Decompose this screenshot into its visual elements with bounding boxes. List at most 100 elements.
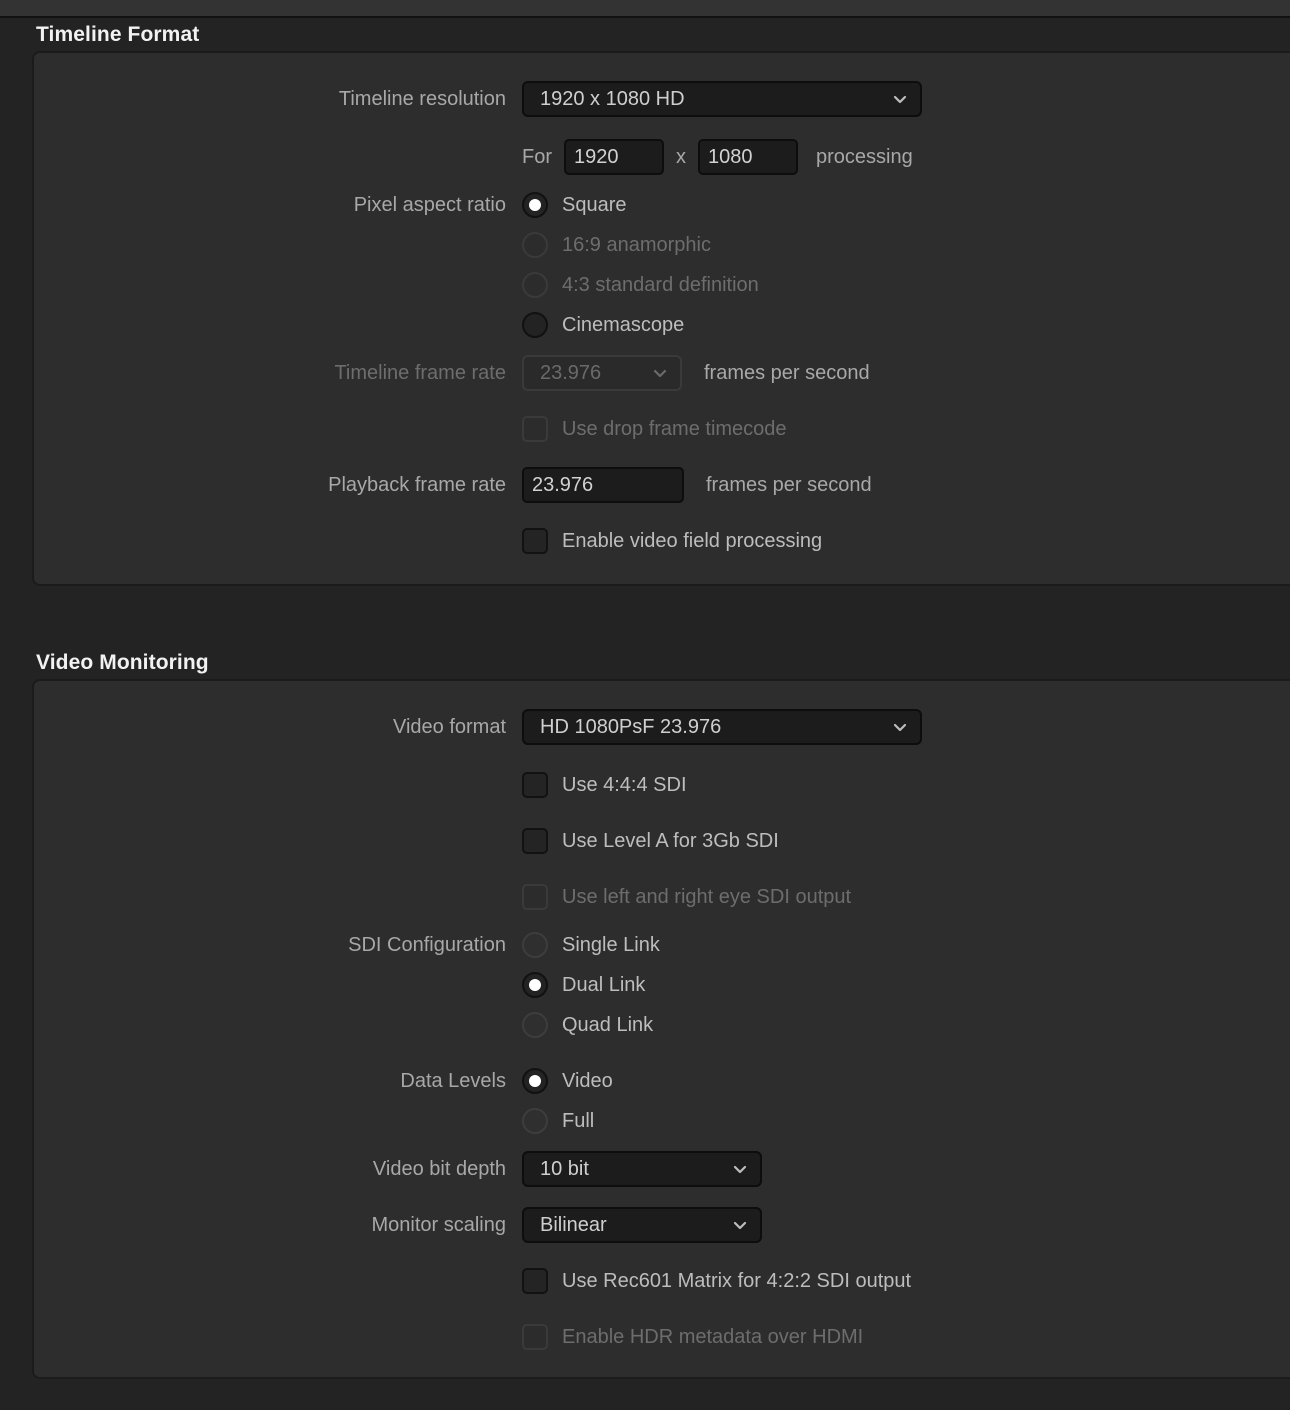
sdi-config-label-single-link: Single Link bbox=[562, 933, 660, 956]
sdi-config-option-quad-link[interactable]: Quad Link bbox=[522, 1012, 653, 1038]
timeline-frame-rate-value: 23.976 bbox=[540, 361, 602, 384]
drop-frame-timecode-label: Use drop frame timecode bbox=[562, 417, 787, 440]
video-field-processing-label: Enable video field processing bbox=[562, 529, 823, 552]
timeline-resolution-label: Timeline resolution bbox=[338, 87, 506, 110]
sdi-config-row-dual: Dual Link bbox=[34, 965, 1290, 1005]
sdi-configuration-label: SDI Configuration bbox=[348, 933, 506, 956]
res-multiply-label: x bbox=[676, 145, 686, 168]
playback-frame-rate-label: Playback frame rate bbox=[328, 473, 506, 496]
use-level-a-row: Use Level A for 3Gb SDI bbox=[34, 813, 1290, 869]
video-format-label: Video format bbox=[392, 715, 506, 738]
chevron-down-icon bbox=[733, 1221, 747, 1230]
use-level-a-option[interactable]: Use Level A for 3Gb SDI bbox=[522, 828, 779, 854]
use-444-sdi-row: Use 4:4:4 SDI bbox=[34, 757, 1290, 813]
data-levels-option-full[interactable]: Full bbox=[522, 1108, 594, 1134]
sdi-config-option-dual-link[interactable]: Dual Link bbox=[522, 972, 645, 998]
timeline-resolution-row: Timeline resolution 1920 x 1080 HD bbox=[34, 69, 1290, 129]
use-lr-eye-option: Use left and right eye SDI output bbox=[522, 884, 851, 910]
window-top-strip bbox=[0, 0, 1290, 18]
pixel-aspect-option-cinemascope[interactable]: Cinemascope bbox=[522, 312, 684, 338]
video-monitoring-panel: Video format HD 1080PsF 23.976 Use 4:4:4… bbox=[32, 679, 1290, 1379]
video-field-processing-option[interactable]: Enable video field processing bbox=[522, 528, 822, 554]
checkbox-use-level-a-icon[interactable] bbox=[522, 828, 548, 854]
video-bit-depth-label: Video bit depth bbox=[372, 1157, 506, 1180]
pixel-aspect-row-anamorphic: 16:9 anamorphic bbox=[34, 225, 1290, 265]
pixel-aspect-option-square[interactable]: Square bbox=[522, 192, 627, 218]
monitor-scaling-dropdown[interactable]: Bilinear bbox=[522, 1207, 762, 1243]
playback-frame-rate-input[interactable] bbox=[522, 467, 684, 503]
pixel-aspect-label-square: Square bbox=[562, 193, 627, 216]
timeline-format-panel: Timeline resolution 1920 x 1080 HD For 1… bbox=[32, 51, 1290, 586]
sdi-config-row-quad: Quad Link bbox=[34, 1005, 1290, 1045]
use-lr-eye-row: Use left and right eye SDI output bbox=[34, 869, 1290, 925]
data-levels-row-video: Data Levels Video bbox=[34, 1061, 1290, 1101]
radio-cinemascope-icon[interactable] bbox=[522, 312, 548, 338]
monitor-scaling-label: Monitor scaling bbox=[371, 1213, 506, 1236]
monitor-scaling-row: Monitor scaling Bilinear bbox=[34, 1197, 1290, 1253]
pixel-aspect-label-cinemascope: Cinemascope bbox=[562, 313, 685, 336]
radio-square-icon[interactable] bbox=[522, 192, 548, 218]
data-levels-option-video[interactable]: Video bbox=[522, 1068, 613, 1094]
hdr-metadata-option: Enable HDR metadata over HDMI bbox=[522, 1324, 863, 1350]
use-444-sdi-label: Use 4:4:4 SDI bbox=[562, 773, 687, 796]
video-bit-depth-value: 10 bit bbox=[540, 1157, 589, 1180]
checkbox-video-field-processing-icon[interactable] bbox=[522, 528, 548, 554]
timeline-frame-rate-dropdown: 23.976 bbox=[522, 355, 682, 391]
data-levels-label-full: Full bbox=[562, 1109, 595, 1132]
drop-frame-timecode-option: Use drop frame timecode bbox=[522, 416, 787, 442]
radio-data-levels-full-icon[interactable] bbox=[522, 1108, 548, 1134]
video-format-row: Video format HD 1080PsF 23.976 bbox=[34, 697, 1290, 757]
checkbox-drop-frame-timecode-icon bbox=[522, 416, 548, 442]
pixel-aspect-option-standard: 4:3 standard definition bbox=[522, 272, 759, 298]
data-levels-row-full: Full bbox=[34, 1101, 1290, 1141]
for-prefix-label: For bbox=[522, 145, 552, 168]
video-format-value: HD 1080PsF 23.976 bbox=[540, 715, 722, 738]
timeline-resolution-dropdown[interactable]: 1920 x 1080 HD bbox=[522, 81, 922, 117]
pixel-aspect-label-standard: 4:3 standard definition bbox=[562, 273, 759, 296]
video-bit-depth-row: Video bit depth 10 bit bbox=[34, 1141, 1290, 1197]
radio-anamorphic-icon bbox=[522, 232, 548, 258]
section-title-video-monitoring: Video Monitoring bbox=[36, 651, 209, 674]
radio-standard-definition-icon bbox=[522, 272, 548, 298]
drop-frame-timecode-row: Use drop frame timecode bbox=[34, 401, 1290, 457]
timeline-frame-rate-row: Timeline frame rate 23.976 frames per se… bbox=[34, 345, 1290, 401]
hdr-metadata-label: Enable HDR metadata over HDMI bbox=[562, 1325, 864, 1348]
rec601-matrix-option[interactable]: Use Rec601 Matrix for 4:2:2 SDI output bbox=[522, 1268, 911, 1294]
checkbox-hdr-metadata-icon bbox=[522, 1324, 548, 1350]
video-format-dropdown[interactable]: HD 1080PsF 23.976 bbox=[522, 709, 922, 745]
video-field-processing-row: Enable video field processing bbox=[34, 513, 1290, 569]
sdi-config-option-single-link[interactable]: Single Link bbox=[522, 932, 660, 958]
radio-single-link-icon[interactable] bbox=[522, 932, 548, 958]
radio-quad-link-icon[interactable] bbox=[522, 1012, 548, 1038]
section-title-timeline-format: Timeline Format bbox=[36, 23, 200, 46]
use-444-sdi-option[interactable]: Use 4:4:4 SDI bbox=[522, 772, 687, 798]
radio-dual-link-icon[interactable] bbox=[522, 972, 548, 998]
timeline-frame-rate-label: Timeline frame rate bbox=[334, 361, 506, 384]
checkbox-use-left-right-eye-icon bbox=[522, 884, 548, 910]
sdi-config-row-single: SDI Configuration Single Link bbox=[34, 925, 1290, 965]
data-levels-label: Data Levels bbox=[400, 1069, 506, 1092]
pixel-aspect-row-standard: 4:3 standard definition bbox=[34, 265, 1290, 305]
checkbox-use-444-sdi-icon[interactable] bbox=[522, 772, 548, 798]
monitor-scaling-value: Bilinear bbox=[540, 1213, 607, 1236]
pixel-aspect-label-anamorphic: 16:9 anamorphic bbox=[562, 233, 711, 256]
playback-frame-rate-suffix: frames per second bbox=[706, 473, 872, 496]
pixel-aspect-ratio-label: Pixel aspect ratio bbox=[353, 193, 506, 216]
project-settings-window: Timeline Format Timeline resolution 1920… bbox=[0, 0, 1290, 1410]
checkbox-rec601-matrix-icon[interactable] bbox=[522, 1268, 548, 1294]
radio-data-levels-video-icon[interactable] bbox=[522, 1068, 548, 1094]
playback-frame-rate-row: Playback frame rate frames per second bbox=[34, 457, 1290, 513]
timeline-frame-rate-suffix: frames per second bbox=[704, 361, 870, 384]
video-bit-depth-dropdown[interactable]: 10 bit bbox=[522, 1151, 762, 1187]
pixel-aspect-row-cinemascope: Cinemascope bbox=[34, 305, 1290, 345]
processing-width-input[interactable] bbox=[564, 139, 664, 175]
processing-suffix-label: processing bbox=[816, 145, 913, 168]
sdi-config-label-quad-link: Quad Link bbox=[562, 1013, 654, 1036]
sdi-config-label-dual-link: Dual Link bbox=[562, 973, 646, 996]
use-lr-eye-label: Use left and right eye SDI output bbox=[562, 885, 852, 908]
processing-height-input[interactable] bbox=[698, 139, 798, 175]
rec601-matrix-label: Use Rec601 Matrix for 4:2:2 SDI output bbox=[562, 1269, 912, 1292]
section-timeline-format: Timeline Format Timeline resolution 1920… bbox=[0, 18, 1290, 586]
rec601-matrix-row: Use Rec601 Matrix for 4:2:2 SDI output bbox=[34, 1253, 1290, 1309]
pixel-aspect-option-anamorphic: 16:9 anamorphic bbox=[522, 232, 711, 258]
